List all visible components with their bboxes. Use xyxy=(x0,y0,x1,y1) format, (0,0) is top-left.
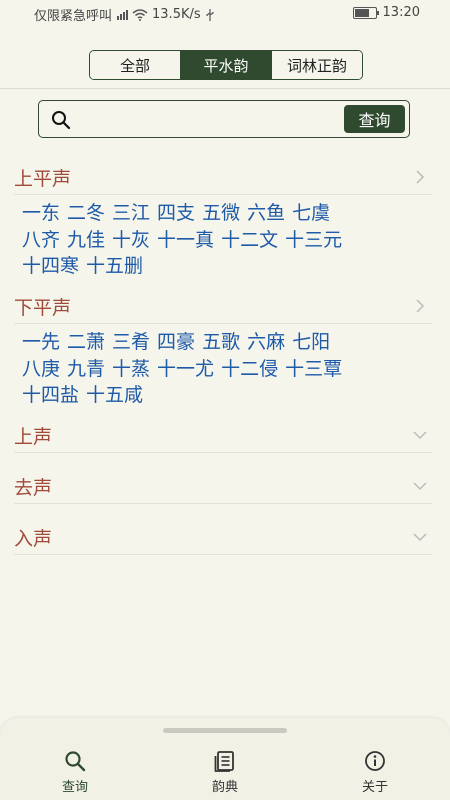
search-icon xyxy=(52,111,71,130)
rhyme-link[interactable]: 十二侵 xyxy=(221,356,278,383)
rhyme-link[interactable]: 七虞 xyxy=(292,200,330,227)
book-icon xyxy=(214,751,234,772)
section-title: 上声 xyxy=(14,425,53,448)
rhyme-link[interactable]: 六麻 xyxy=(247,329,285,356)
rhyme-link[interactable]: 十灰 xyxy=(112,227,150,254)
rhyme-link[interactable]: 十一真 xyxy=(157,227,214,254)
nav-search[interactable]: 查询 xyxy=(0,744,150,800)
rhyme-list-shangping: 一东 二冬 三江 四支 五微 六鱼 七虞 八齐 九佳 十灰 十一真 十二文 十三元 十四寒 十五删 xyxy=(22,200,422,280)
rhyme-link[interactable]: 十蒸 xyxy=(112,356,150,383)
rhyme-link[interactable]: 六鱼 xyxy=(247,200,285,227)
wifi-icon xyxy=(132,8,148,21)
battery-icon xyxy=(352,6,379,19)
rhyme-link[interactable]: 十五咸 xyxy=(86,382,143,409)
info-icon xyxy=(365,751,385,771)
chevron-down-icon xyxy=(413,533,427,542)
rhyme-link[interactable]: 十三元 xyxy=(285,227,342,254)
chevron-right-icon xyxy=(416,170,425,184)
nav-about[interactable]: 关于 xyxy=(300,744,450,800)
rhyme-link[interactable]: 四豪 xyxy=(157,329,195,356)
rhyme-link[interactable]: 十一尤 xyxy=(157,356,214,383)
search-button[interactable]: 查询 xyxy=(344,105,405,133)
rhyme-link[interactable]: 九佳 xyxy=(67,227,105,254)
bottom-nav: 查询 韵典 关于 xyxy=(0,744,450,800)
chevron-down-icon xyxy=(413,431,427,440)
rhyme-link[interactable]: 三肴 xyxy=(112,329,150,356)
rhyme-link[interactable]: 八庚 xyxy=(22,356,60,383)
tab-all[interactable]: 全部 xyxy=(90,51,181,79)
nav-label: 关于 xyxy=(361,780,388,795)
nav-label: 查询 xyxy=(61,780,88,795)
rhyme-link[interactable]: 十四盐 xyxy=(22,382,79,409)
search-icon xyxy=(65,751,86,772)
rhyme-link[interactable]: 四支 xyxy=(157,200,195,227)
usb-icon xyxy=(206,8,214,21)
rhyme-link[interactable]: 二冬 xyxy=(67,200,105,227)
chevron-right-icon xyxy=(416,299,425,313)
header-divider xyxy=(0,88,450,89)
rhyme-link[interactable]: 十三覃 xyxy=(285,356,342,383)
section-title: 上平声 xyxy=(14,167,72,190)
rhyme-link[interactable]: 八齐 xyxy=(22,227,60,254)
tab-cilin[interactable]: 词林正韵 xyxy=(272,51,362,79)
search-box: 查询 xyxy=(38,100,410,138)
status-right: 13:20 xyxy=(352,5,420,20)
rhyme-link[interactable]: 一东 xyxy=(22,200,60,227)
carrier-text: 仅限紧急呼叫 xyxy=(34,9,113,24)
rhyme-link[interactable]: 七阳 xyxy=(292,329,330,356)
rhyme-link[interactable]: 十二文 xyxy=(221,227,278,254)
section-header-shang[interactable]: 上声 xyxy=(14,418,432,453)
rhyme-link[interactable]: 三江 xyxy=(112,200,150,227)
nav-dictionary[interactable]: 韵典 xyxy=(150,744,300,800)
section-title: 入声 xyxy=(14,527,53,550)
drag-handle[interactable] xyxy=(163,728,287,733)
no-sim-icon xyxy=(117,9,129,20)
tab-pingshui[interactable]: 平水韵 xyxy=(181,51,272,79)
rhyme-link[interactable]: 五微 xyxy=(202,200,240,227)
rhyme-link[interactable]: 十四寒 xyxy=(22,253,79,280)
rhyme-link[interactable]: 二萧 xyxy=(67,329,105,356)
rhyme-link[interactable]: 九青 xyxy=(67,356,105,383)
rhyme-link[interactable]: 一先 xyxy=(22,329,60,356)
status-left: 仅限紧急呼叫 13.5K/s xyxy=(34,5,215,24)
network-speed: 13.5K/s xyxy=(152,7,201,22)
section-title: 去声 xyxy=(14,476,53,499)
clock: 13:20 xyxy=(382,5,420,20)
status-bar: 仅限紧急呼叫 13.5K/s 13:20 xyxy=(0,0,450,26)
rhyme-list-xiaping: 一先 二萧 三肴 四豪 五歌 六麻 七阳 八庚 九青 十蒸 十一尤 十二侵 十三覃 十四盐 十五咸 xyxy=(22,329,422,409)
section-header-ru[interactable]: 入声 xyxy=(14,520,432,555)
search-input[interactable] xyxy=(79,105,343,135)
chevron-down-icon xyxy=(413,482,427,491)
section-title: 下平声 xyxy=(14,296,72,319)
rhyme-system-tabs: 全部 平水韵 词林正韵 xyxy=(89,50,363,80)
nav-label: 韵典 xyxy=(211,780,238,795)
rhyme-link[interactable]: 五歌 xyxy=(202,329,240,356)
section-header-shangping[interactable]: 上平声 xyxy=(14,160,432,195)
section-header-xiaping[interactable]: 下平声 xyxy=(14,289,432,324)
section-header-qu[interactable]: 去声 xyxy=(14,469,432,504)
rhyme-link[interactable]: 十五删 xyxy=(86,253,143,280)
